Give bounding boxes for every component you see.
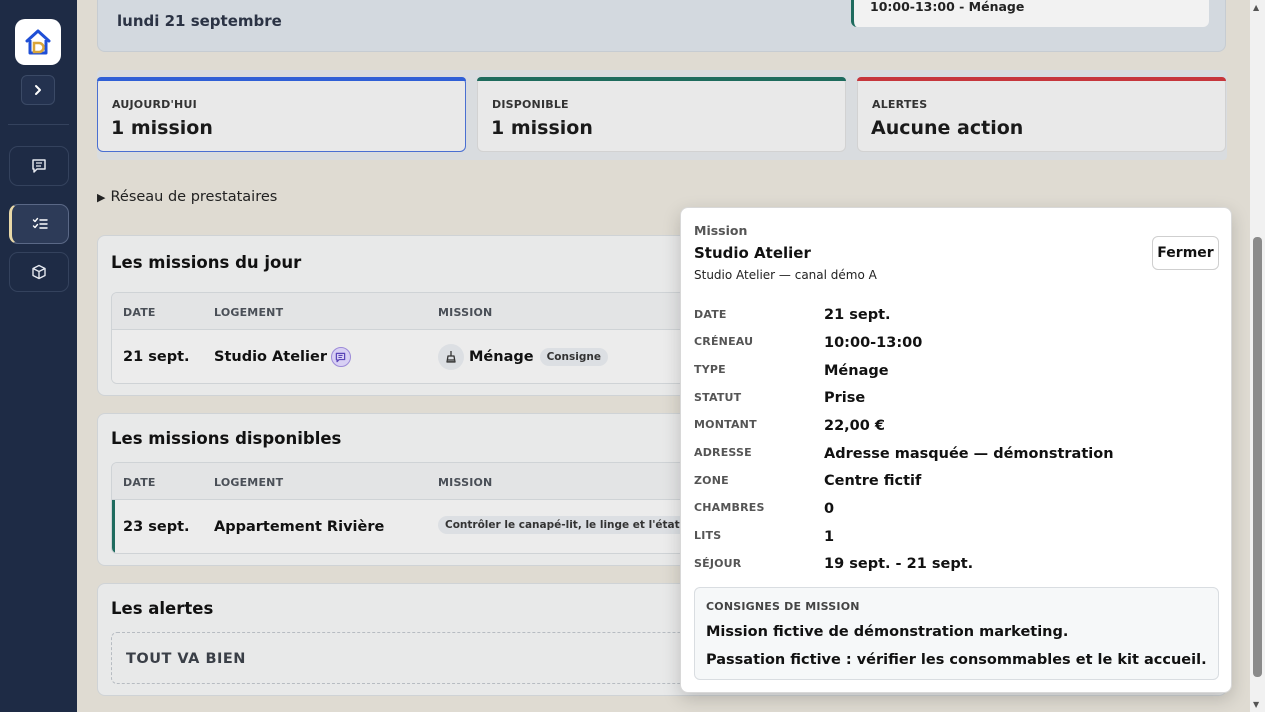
detail-value: 1 xyxy=(824,529,835,545)
detail-key: TYPE xyxy=(694,363,726,376)
house-logo-icon xyxy=(25,29,51,55)
expand-sidebar-button[interactable] xyxy=(21,75,55,105)
stat-card-available[interactable]: DISPONIBLE 1 mission xyxy=(477,77,846,152)
sidebar-divider xyxy=(8,124,69,125)
stat-value: 1 mission xyxy=(111,117,213,139)
detail-value: Centre fictif xyxy=(824,473,922,489)
section-title: Les missions du jour xyxy=(111,253,302,272)
detail-value: Prise xyxy=(824,390,866,406)
instruction-line: Passation fictive : vérifier les consomm… xyxy=(706,652,1207,668)
sidebar-item-messages[interactable] xyxy=(9,146,69,186)
popover-subtitle: Studio Atelier — canal démo A xyxy=(694,268,877,282)
scroll-up-arrow-icon[interactable]: ▲ xyxy=(1253,3,1259,12)
detail-key: DATE xyxy=(694,308,727,321)
alerts-status: TOUT VA BIEN xyxy=(126,651,246,667)
disclosure-triangle-icon: ▶ xyxy=(97,191,106,204)
column-header-mission: MISSION xyxy=(438,306,493,319)
detail-value: 10:00-13:00 xyxy=(824,335,923,351)
popover-kicker: Mission xyxy=(694,223,748,238)
provider-network-label: Réseau de prestataires xyxy=(110,189,278,205)
current-date: lundi 21 septembre xyxy=(117,12,282,30)
detail-key: LITS xyxy=(694,529,722,542)
stat-accent-bar xyxy=(857,77,1226,81)
stat-value: Aucune action xyxy=(871,117,1024,139)
message-icon xyxy=(336,352,346,362)
close-button[interactable]: Fermer xyxy=(1152,236,1219,270)
row-logement: Studio Atelier xyxy=(214,347,351,367)
stat-accent-bar xyxy=(97,77,466,81)
section-title: Les missions disponibles xyxy=(111,429,342,448)
detail-value: 22,00 € xyxy=(824,418,886,434)
next-slot-text: 10:00-13:00 - Ménage xyxy=(870,0,1025,14)
cleaning-icon xyxy=(438,344,464,370)
cube-icon xyxy=(32,264,46,280)
detail-value: Ménage xyxy=(824,363,889,379)
column-header-logement: LOGEMENT xyxy=(214,306,284,319)
row-date: 23 sept. xyxy=(123,519,190,535)
app-logo[interactable] xyxy=(15,19,61,65)
stat-card-alerts[interactable]: ALERTES Aucune action xyxy=(857,77,1226,152)
instruction-line: Mission fictive de démonstration marketi… xyxy=(706,624,1069,640)
row-mission: Contrôler le canapé-lit, le linge et l'é… xyxy=(438,516,720,534)
next-slot-card[interactable]: 10:00-13:00 - Ménage xyxy=(851,0,1209,27)
stat-label: AUJOURD'HUI xyxy=(112,98,197,111)
row-date: 21 sept. xyxy=(123,349,190,365)
mission-instructions: CONSIGNES DE MISSION Mission fictive de … xyxy=(694,587,1219,680)
column-header-date: DATE xyxy=(123,476,156,489)
detail-key: CHAMBRES xyxy=(694,501,765,514)
column-header-logement: LOGEMENT xyxy=(214,476,284,489)
detail-key: MONTANT xyxy=(694,418,757,431)
scroll-down-arrow-icon[interactable]: ▼ xyxy=(1253,700,1259,709)
detail-value: 19 sept. - 21 sept. xyxy=(824,556,974,572)
message-icon xyxy=(32,159,46,173)
stat-label: ALERTES xyxy=(872,98,928,111)
checklist-icon xyxy=(32,217,48,229)
row-mission: Ménage Consigne xyxy=(438,344,608,370)
instruction-tag: Consigne xyxy=(539,348,608,366)
stat-accent-bar xyxy=(477,77,846,81)
row-logement: Appartement Rivière xyxy=(214,519,385,535)
page-scrollbar[interactable]: ▲ ▼ xyxy=(1250,0,1265,712)
detail-key: STATUT xyxy=(694,391,742,404)
stat-card-today[interactable]: AUJOURD'HUI 1 mission xyxy=(97,77,466,152)
instructions-heading: CONSIGNES DE MISSION xyxy=(706,600,860,613)
scrollbar-thumb[interactable] xyxy=(1253,237,1262,677)
stat-value: 1 mission xyxy=(491,117,593,139)
detail-key: ZONE xyxy=(694,474,729,487)
provider-network-toggle[interactable]: ▶ Réseau de prestataires xyxy=(97,189,277,205)
section-title: Les alertes xyxy=(111,599,214,618)
mission-detail-popover: Mission Studio Atelier Studio Atelier — … xyxy=(680,207,1232,693)
detail-key: CRÉNEAU xyxy=(694,335,754,348)
sidebar-item-inventory[interactable] xyxy=(9,252,69,292)
detail-value: 0 xyxy=(824,501,835,517)
column-header-mission: MISSION xyxy=(438,476,493,489)
detail-value: Adresse masquée — démonstration xyxy=(824,446,1114,462)
detail-key: ADRESSE xyxy=(694,446,752,459)
chevron-right-icon xyxy=(35,85,41,95)
sidebar xyxy=(0,0,77,712)
mission-type: Ménage xyxy=(469,349,534,365)
sidebar-item-missions[interactable] xyxy=(9,204,69,244)
detail-value: 21 sept. xyxy=(824,307,891,323)
logement-name: Studio Atelier xyxy=(214,349,327,365)
day-header-card: lundi 21 septembre 10:00-13:00 - Ménage xyxy=(97,0,1226,52)
stat-label: DISPONIBLE xyxy=(492,98,569,111)
column-header-date: DATE xyxy=(123,306,156,319)
popover-title: Studio Atelier xyxy=(694,244,811,262)
detail-key: SÉJOUR xyxy=(694,557,742,570)
instruction-tag: Contrôler le canapé-lit, le linge et l'é… xyxy=(438,516,720,534)
message-badge[interactable] xyxy=(330,347,351,367)
